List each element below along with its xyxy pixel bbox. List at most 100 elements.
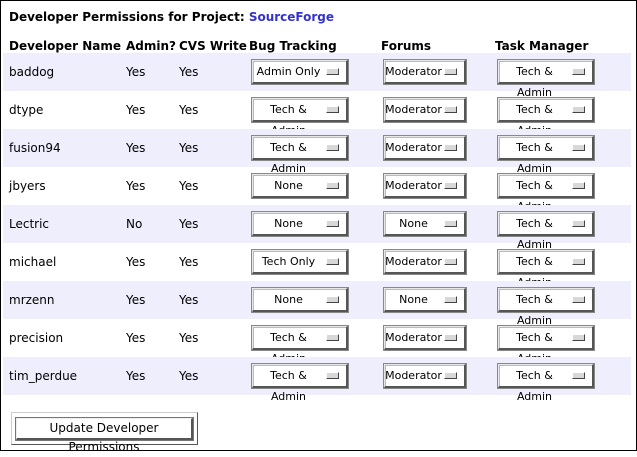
developer-name: tim_perdue — [9, 369, 78, 383]
forums-select[interactable]: None — [384, 212, 466, 236]
update-permissions-button[interactable]: Update Developer Permissions — [16, 418, 193, 454]
option-menu-indicator-icon — [326, 372, 339, 379]
developer-name: dtype — [9, 103, 44, 117]
task-manager-select[interactable]: Tech & Admin — [498, 250, 594, 289]
bug-tracking-select[interactable]: None — [252, 174, 348, 198]
option-menu-indicator-icon — [444, 220, 457, 227]
bug-tracking-select-value: None — [274, 179, 303, 192]
option-menu-indicator-icon — [444, 106, 457, 113]
table-row: mrzenn Yes Yes None None Tech & Admin — [3, 281, 631, 327]
developer-name: mrzenn — [9, 293, 55, 307]
option-menu-indicator-icon — [444, 144, 457, 151]
option-menu-indicator-icon — [326, 220, 339, 227]
admin-value: Yes — [126, 65, 146, 79]
forums-select[interactable]: Moderator — [384, 326, 466, 350]
option-menu-indicator-icon — [444, 372, 457, 379]
cvs-write-value: Yes — [179, 179, 199, 193]
forums-select-value: Moderator — [385, 331, 442, 344]
header-cvs-write: CVS Write — [179, 39, 247, 53]
bug-tracking-select[interactable]: Admin Only — [252, 60, 348, 84]
option-menu-indicator-icon — [326, 144, 339, 151]
table-row: baddog Yes Yes Admin Only Moderator Tech & Ad… — [3, 53, 631, 99]
bug-tracking-select[interactable]: Tech Only — [252, 250, 348, 274]
bug-tracking-select-value: Tech Only — [261, 255, 316, 268]
bug-tracking-select-value: Tech & Admin — [270, 369, 307, 403]
forums-select[interactable]: Moderator — [384, 364, 466, 388]
forums-select-value: Moderator — [385, 65, 442, 78]
admin-value: No — [126, 217, 143, 231]
forums-select-value: Moderator — [385, 103, 442, 116]
forums-select-value: Moderator — [385, 141, 442, 154]
task-manager-select[interactable]: Tech & Admin — [498, 212, 594, 251]
task-manager-select[interactable]: Tech & Admin — [498, 364, 594, 403]
forums-select-value: None — [399, 217, 428, 230]
forums-select[interactable]: Moderator — [384, 250, 466, 274]
developer-name: baddog — [9, 65, 55, 79]
option-menu-indicator-icon — [572, 182, 585, 189]
header-developer-name: Developer Name — [9, 39, 122, 53]
option-menu-indicator-icon — [572, 220, 585, 227]
cvs-write-value: Yes — [179, 141, 199, 155]
bug-tracking-select[interactable]: None — [252, 288, 348, 312]
bug-tracking-select-value: None — [274, 293, 303, 306]
option-menu-indicator-icon — [444, 182, 457, 189]
header-admin: Admin? — [126, 39, 176, 53]
option-menu-indicator-icon — [572, 106, 585, 113]
forums-select[interactable]: None — [384, 288, 466, 312]
task-manager-select[interactable]: Tech & Admin — [498, 60, 594, 99]
option-menu-indicator-icon — [326, 68, 339, 75]
header-forums: Forums — [381, 39, 432, 53]
table-row: jbyers Yes Yes None Moderator Tech & Admin — [3, 167, 631, 213]
option-menu-indicator-icon — [444, 68, 457, 75]
admin-value: Yes — [126, 141, 146, 155]
table-row: dtype Yes Yes Tech & Admin Moderator Tech & A… — [3, 91, 631, 137]
bug-tracking-select[interactable]: Tech & Admin — [252, 326, 348, 365]
forums-select[interactable]: Moderator — [384, 136, 466, 160]
option-menu-indicator-icon — [326, 296, 339, 303]
option-menu-indicator-icon — [326, 334, 339, 341]
forums-select-value: Moderator — [385, 255, 442, 268]
admin-value: Yes — [126, 103, 146, 117]
project-name: SourceForge — [248, 10, 335, 24]
task-manager-select[interactable]: Tech & Admin — [498, 288, 594, 327]
page-title: Developer Permissions for Project: Sourc… — [9, 10, 334, 24]
bug-tracking-select[interactable]: None — [252, 212, 348, 236]
forums-select-value: Moderator — [385, 369, 442, 382]
bug-tracking-select-value: None — [274, 217, 303, 230]
option-menu-indicator-icon — [572, 334, 585, 341]
bug-tracking-select[interactable]: Tech & Admin — [252, 364, 348, 403]
admin-value: Yes — [126, 179, 146, 193]
forums-select[interactable]: Moderator — [384, 60, 466, 84]
bug-tracking-select-value: Admin Only — [256, 65, 321, 78]
cvs-write-value: Yes — [179, 255, 199, 269]
forums-select[interactable]: Moderator — [384, 174, 466, 198]
table-row: michael Yes Yes Tech Only Moderator Tech & Ad… — [3, 243, 631, 289]
developer-name: Lectric — [9, 217, 50, 231]
table-row: fusion94 Yes Yes Tech & Admin Moderator Tech … — [3, 129, 631, 175]
admin-value: Yes — [126, 293, 146, 307]
title-prefix: Developer Permissions for Project: — [9, 10, 245, 24]
header-task-manager: Task Manager — [495, 39, 589, 53]
task-manager-select[interactable]: Tech & Admin — [498, 136, 594, 175]
admin-value: Yes — [126, 331, 146, 345]
cvs-write-value: Yes — [179, 217, 199, 231]
bug-tracking-select[interactable]: Tech & Admin — [252, 98, 348, 137]
task-manager-select[interactable]: Tech & Admin — [498, 326, 594, 365]
option-menu-indicator-icon — [572, 258, 585, 265]
task-manager-select-value: Tech & Admin — [516, 369, 553, 403]
option-menu-indicator-icon — [572, 372, 585, 379]
cvs-write-value: Yes — [179, 103, 199, 117]
task-manager-select[interactable]: Tech & Admin — [498, 98, 594, 137]
task-manager-select[interactable]: Tech & Admin — [498, 174, 594, 213]
option-menu-indicator-icon — [572, 68, 585, 75]
submit-button-frame: Update Developer Permissions — [11, 412, 198, 454]
option-menu-indicator-icon — [444, 296, 457, 303]
cvs-write-value: Yes — [179, 65, 199, 79]
bug-tracking-select[interactable]: Tech & Admin — [252, 136, 348, 175]
forums-select[interactable]: Moderator — [384, 98, 466, 122]
table-row: Lectric No Yes None None Tech & Admin — [3, 205, 631, 251]
table-row: tim_perdue Yes Yes Tech & Admin Moderator Tec… — [3, 357, 631, 403]
admin-value: Yes — [126, 255, 146, 269]
permissions-panel: Developer Permissions for Project: Sourc… — [0, 0, 637, 454]
option-menu-indicator-icon — [326, 258, 339, 265]
